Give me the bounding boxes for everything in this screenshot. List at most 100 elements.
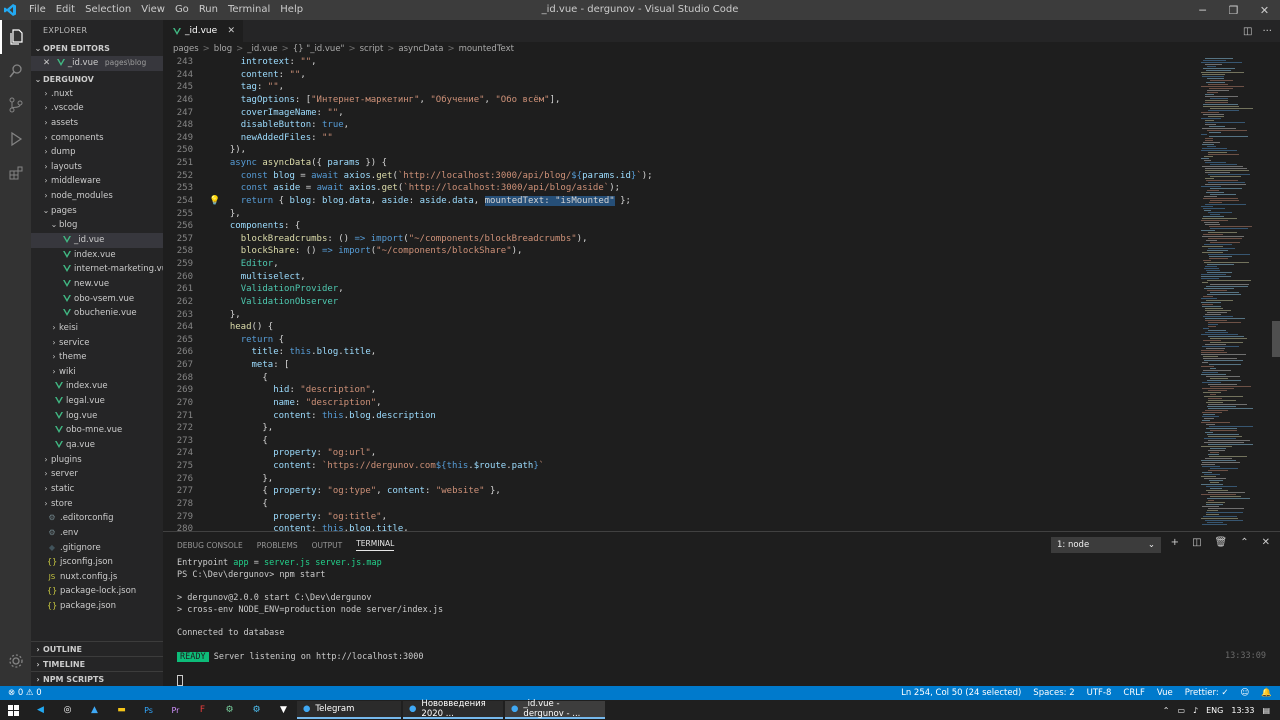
- status-item[interactable]: 🔔: [1261, 686, 1272, 700]
- folder-item[interactable]: › store: [31, 497, 163, 512]
- project-section[interactable]: ⌄ DERGUNOV: [31, 73, 163, 87]
- folder-item[interactable]: › .vscode: [31, 101, 163, 116]
- minimize-button[interactable]: ─: [1187, 0, 1218, 20]
- tab-problems[interactable]: PROBLEMS: [257, 541, 298, 550]
- folder-item[interactable]: › components: [31, 131, 163, 146]
- close-button[interactable]: ✕: [1249, 0, 1280, 20]
- lightbulb-icon[interactable]: 💡: [209, 195, 220, 208]
- timeline-section[interactable]: › TIMELINE: [31, 656, 163, 671]
- breadcrumb-item[interactable]: {} "_id.vue": [293, 44, 345, 54]
- volume-icon[interactable]: ♪: [1193, 706, 1198, 715]
- breadcrumb-item[interactable]: _id.vue: [247, 44, 277, 54]
- file-item[interactable]: new.vue: [31, 277, 163, 292]
- settings-gear-icon[interactable]: [0, 644, 31, 678]
- new-terminal-icon[interactable]: +: [1171, 537, 1179, 548]
- file-item[interactable]: legal.vue: [31, 394, 163, 409]
- folder-item[interactable]: ⌄ pages: [31, 204, 163, 219]
- tray-clock[interactable]: 13:33: [1231, 706, 1254, 715]
- terminal-output[interactable]: Entrypoint app = server.js server.js.map…: [163, 558, 1280, 687]
- status-item[interactable]: ☺: [1241, 686, 1250, 700]
- file-item[interactable]: qa.vue: [31, 438, 163, 453]
- menu-item-view[interactable]: View: [136, 0, 170, 20]
- folder-item[interactable]: › server: [31, 467, 163, 482]
- terminal-select[interactable]: 1: node ⌄: [1051, 537, 1161, 553]
- folder-item[interactable]: › theme: [31, 350, 163, 365]
- menu-item-selection[interactable]: Selection: [80, 0, 136, 20]
- filezilla-icon[interactable]: F: [189, 700, 216, 720]
- status-item[interactable]: Vue: [1157, 686, 1173, 700]
- maximize-button[interactable]: ❐: [1218, 0, 1249, 20]
- network-icon[interactable]: ▭: [1177, 706, 1185, 715]
- editor-tab[interactable]: _id.vue ✕: [163, 20, 243, 42]
- file-item[interactable]: {} jsconfig.json: [31, 555, 163, 570]
- file-item[interactable]: {} package.json: [31, 599, 163, 614]
- file-item[interactable]: obo-vsem.vue: [31, 292, 163, 307]
- status-item[interactable]: UTF-8: [1087, 686, 1112, 700]
- file-item[interactable]: JS nuxt.config.js: [31, 570, 163, 585]
- search-icon[interactable]: [0, 54, 31, 88]
- folder-item[interactable]: › assets: [31, 116, 163, 131]
- tab-close-icon[interactable]: ✕: [227, 26, 235, 36]
- app-icon[interactable]: ⚙: [216, 700, 243, 720]
- breadcrumb-item[interactable]: script: [360, 44, 384, 54]
- tray-language[interactable]: ENG: [1206, 706, 1223, 715]
- photoshop-icon[interactable]: Ps: [135, 700, 162, 720]
- breadcrumb-item[interactable]: pages: [173, 44, 199, 54]
- file-item[interactable]: index.vue: [31, 379, 163, 394]
- file-item[interactable]: index.vue: [31, 248, 163, 263]
- folder-item[interactable]: › node_modules: [31, 189, 163, 204]
- minimap[interactable]: [1193, 56, 1280, 531]
- maximize-panel-icon[interactable]: ⌃: [1240, 537, 1248, 548]
- extensions-icon[interactable]: [0, 156, 31, 190]
- file-item[interactable]: _id.vue: [31, 233, 163, 248]
- folder-item[interactable]: › plugins: [31, 453, 163, 468]
- split-terminal-icon[interactable]: ◫: [1192, 537, 1201, 548]
- vertical-scrollbar-thumb[interactable]: [1272, 321, 1280, 357]
- trash-icon[interactable]: 🗑: [1215, 537, 1228, 548]
- menu-item-file[interactable]: File: [24, 0, 51, 20]
- file-item[interactable]: ◆ .gitignore: [31, 541, 163, 556]
- taskbar-app-button[interactable]: ● Нововведения 2020 ...: [403, 699, 503, 719]
- folder-item[interactable]: › .nuxt: [31, 87, 163, 102]
- outline-section[interactable]: › OUTLINE: [31, 641, 163, 656]
- status-item[interactable]: CRLF: [1123, 686, 1144, 700]
- code-editor[interactable]: 243 introtext​: "", 244 content: "", 245 t…: [163, 56, 1193, 531]
- explorer-icon[interactable]: [0, 20, 31, 54]
- folder-item[interactable]: › static: [31, 482, 163, 497]
- app-icon[interactable]: ▲: [81, 700, 108, 720]
- file-item[interactable]: ⚙ .env: [31, 526, 163, 541]
- split-editor-icon[interactable]: ◫: [1243, 26, 1252, 37]
- folder-item[interactable]: › middleware: [31, 174, 163, 189]
- taskbar-app-button[interactable]: ● _id.vue - dergunov - ...: [505, 699, 605, 719]
- menu-item-help[interactable]: Help: [275, 0, 308, 20]
- menu-item-edit[interactable]: Edit: [51, 0, 80, 20]
- taskbar-app-button[interactable]: ● Telegram: [297, 701, 401, 719]
- file-item[interactable]: obo-mne.vue: [31, 423, 163, 438]
- windows-start-icon[interactable]: [0, 700, 27, 720]
- run-debug-icon[interactable]: [0, 122, 31, 156]
- folder-item[interactable]: ⌄ blog: [31, 218, 163, 233]
- status-item[interactable]: Spaces: 2: [1033, 686, 1074, 700]
- folder-item[interactable]: › wiki: [31, 365, 163, 380]
- open-editor-item[interactable]: ✕ _id.vue pages\blog: [31, 56, 163, 71]
- more-actions-icon[interactable]: ···: [1262, 26, 1272, 37]
- vscode-taskbar-icon[interactable]: ◀: [27, 700, 54, 720]
- file-item[interactable]: obuchenie.vue: [31, 306, 163, 321]
- close-icon[interactable]: ✕: [43, 58, 50, 68]
- open-editors-section[interactable]: ⌄ OPEN EDITORS: [31, 42, 163, 56]
- status-item[interactable]: Prettier: ✓: [1185, 686, 1229, 700]
- breadcrumb-item[interactable]: asyncData: [398, 44, 443, 54]
- menu-item-go[interactable]: Go: [170, 0, 194, 20]
- app-icon[interactable]: ▼: [270, 700, 297, 720]
- folder-item[interactable]: › keisi: [31, 321, 163, 336]
- problems-status[interactable]: ⊗ 0 ⚠ 0: [8, 686, 42, 700]
- file-explorer-icon[interactable]: ▬: [108, 700, 135, 720]
- app-icon[interactable]: ⚙: [243, 700, 270, 720]
- close-panel-icon[interactable]: ✕: [1262, 537, 1270, 548]
- menu-item-terminal[interactable]: Terminal: [223, 0, 275, 20]
- folder-item[interactable]: › dump: [31, 145, 163, 160]
- npm-scripts-section[interactable]: › NPM SCRIPTS: [31, 671, 163, 686]
- file-item[interactable]: {} package-lock.json: [31, 584, 163, 599]
- folder-item[interactable]: › service: [31, 336, 163, 351]
- breadcrumb-item[interactable]: blog: [214, 44, 232, 54]
